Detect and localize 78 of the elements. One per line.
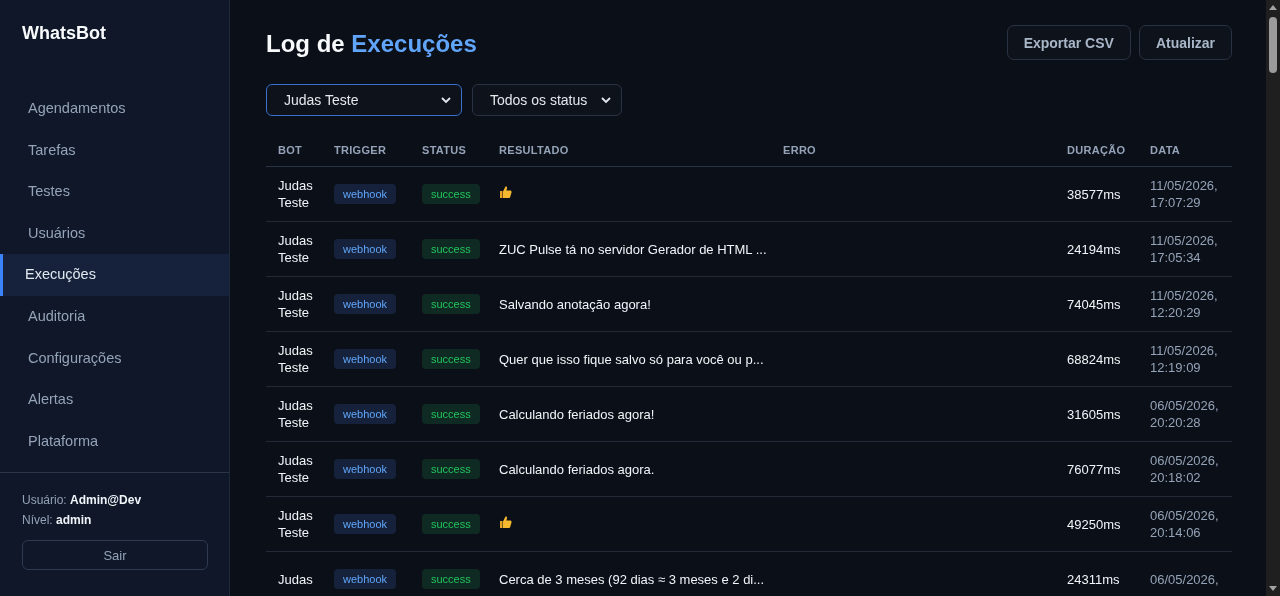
bot-name: Judas Teste bbox=[278, 508, 313, 540]
nav-item[interactable]: Tarefas bbox=[0, 129, 229, 172]
result-text: ZUC Pulse tá no servidor Gerador de HTML ... bbox=[499, 241, 767, 257]
column-header: TRIGGER bbox=[334, 143, 387, 156]
column-header: ERRO bbox=[783, 143, 816, 156]
scroll-up-icon[interactable] bbox=[1269, 5, 1277, 10]
bot-name: Judas Teste bbox=[278, 178, 313, 210]
date-text: 06/05/2026, 20:14:06 bbox=[1150, 508, 1219, 540]
date-text: 11/05/2026, 12:19:09 bbox=[1150, 343, 1218, 375]
column-header: BOT bbox=[278, 143, 303, 156]
filter-dropdown[interactable]: Todos os status bbox=[472, 84, 623, 116]
duration-text: 24194ms bbox=[1067, 241, 1121, 257]
date-text: 11/05/2026, 17:07:29 bbox=[1150, 178, 1218, 210]
toolbar-button[interactable]: Exportar CSV bbox=[1006, 25, 1131, 60]
result-text: Cerca de 3 meses (92 dias ≈ 3 meses e 2 di... bbox=[499, 571, 765, 587]
duration-text: 49250ms bbox=[1067, 516, 1121, 532]
duration-text: 24311ms bbox=[1067, 571, 1120, 587]
nav-item[interactable]: Agendamentos bbox=[0, 88, 229, 130]
date-text: 06/05/2026, bbox=[1150, 571, 1219, 587]
status-badge: success bbox=[422, 239, 480, 259]
nav-item[interactable]: Alertas bbox=[0, 379, 229, 421]
nav-item[interactable]: Plataforma bbox=[0, 420, 229, 463]
column-header: DURAÇÃO bbox=[1067, 143, 1126, 156]
trigger-badge: webhook bbox=[334, 349, 397, 369]
column-header: STATUS bbox=[422, 143, 467, 156]
duration-text: 76077ms bbox=[1067, 461, 1121, 477]
duration-text: 31605ms bbox=[1067, 406, 1121, 422]
nav-item[interactable]: Testes bbox=[0, 171, 229, 213]
status-badge: success bbox=[422, 349, 480, 369]
user-name: Usuário: Admin@Dev bbox=[22, 492, 143, 510]
page-title: Log de Execuções bbox=[266, 30, 477, 58]
status-badge: success bbox=[422, 184, 480, 204]
status-badge: success bbox=[422, 404, 480, 424]
trigger-badge: webhook bbox=[334, 184, 397, 204]
brand-title: WhatsBot bbox=[21, 22, 107, 45]
toolbar-button[interactable]: Atualizar bbox=[1138, 25, 1232, 60]
status-badge: success bbox=[422, 514, 480, 534]
bot-name: Judas Teste bbox=[278, 453, 313, 485]
duration-text: 68824ms bbox=[1067, 351, 1121, 367]
trigger-badge: webhook bbox=[334, 294, 397, 314]
status-badge: success bbox=[422, 459, 480, 479]
date-text: 06/05/2026, 20:18:02 bbox=[1150, 453, 1219, 485]
bot-name: Judas Teste bbox=[278, 398, 313, 430]
thumbs-up-icon bbox=[499, 515, 512, 529]
bot-name: Judas Teste bbox=[278, 288, 313, 320]
result-text: Calculando feriados agora. bbox=[499, 461, 655, 477]
date-text: 11/05/2026, 17:05:34 bbox=[1150, 233, 1218, 265]
nav-item[interactable]: Configurações bbox=[0, 337, 229, 380]
result-text: Salvando anotação agora! bbox=[499, 296, 651, 312]
bot-name: Judas Teste bbox=[278, 233, 313, 265]
trigger-badge: webhook bbox=[334, 404, 397, 424]
result-text: Quer que isso fique salvo só para você ou p... bbox=[499, 351, 764, 367]
trigger-badge: webhook bbox=[334, 239, 397, 259]
column-header: RESULTADO bbox=[499, 143, 569, 156]
thumbs-up-icon bbox=[499, 185, 512, 199]
scroll-down-icon[interactable] bbox=[1269, 586, 1277, 591]
date-text: 11/05/2026, 12:20:29 bbox=[1150, 288, 1218, 320]
duration-text: 38577ms bbox=[1067, 186, 1121, 202]
status-badge: success bbox=[422, 294, 480, 314]
bot-name: Judas bbox=[278, 571, 313, 587]
trigger-badge: webhook bbox=[334, 459, 397, 479]
bot-name: Judas Teste bbox=[278, 343, 313, 375]
nav-item[interactable]: Execuções bbox=[0, 254, 229, 296]
nav-item[interactable]: Auditoria bbox=[0, 295, 229, 338]
trigger-badge: webhook bbox=[334, 569, 397, 589]
date-text: 06/05/2026, 20:20:28 bbox=[1150, 398, 1219, 430]
column-header: DATA bbox=[1150, 143, 1181, 156]
status-badge: success bbox=[422, 569, 480, 589]
user-level: Nível: admin bbox=[22, 512, 93, 530]
filter-dropdown[interactable]: Judas Teste bbox=[266, 84, 462, 116]
chevron-down-icon bbox=[441, 96, 451, 104]
trigger-badge: webhook bbox=[334, 514, 397, 534]
logout-button[interactable]: Sair bbox=[22, 540, 208, 571]
scrollbar-thumb[interactable] bbox=[1269, 17, 1277, 73]
nav-item[interactable]: Usuários bbox=[0, 212, 229, 255]
result-text: Calculando feriados agora! bbox=[499, 406, 655, 422]
chevron-down-icon bbox=[601, 96, 612, 104]
duration-text: 74045ms bbox=[1067, 296, 1121, 312]
